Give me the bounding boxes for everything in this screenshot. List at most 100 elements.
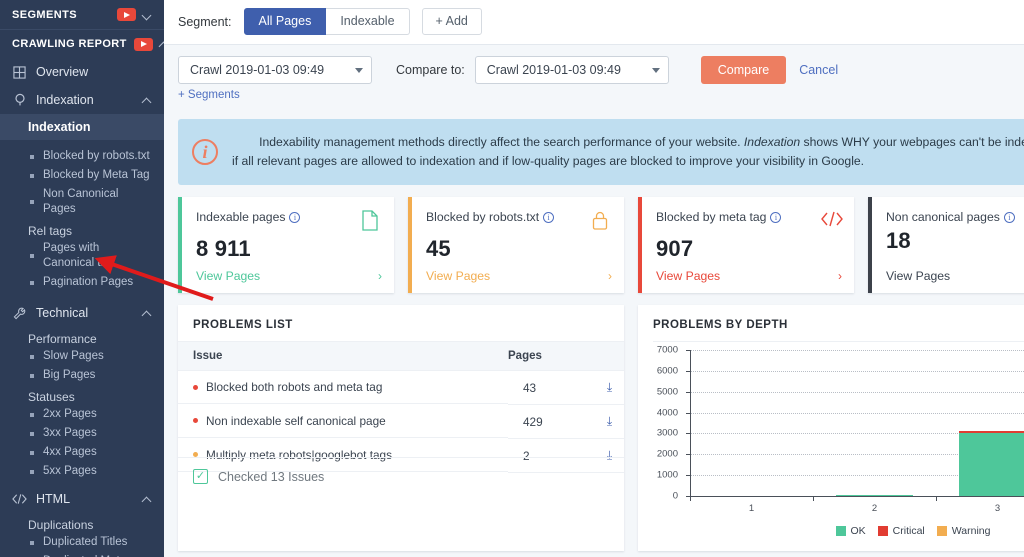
chevron-right-icon[interactable]: › [838,269,842,283]
download-icon[interactable]: ⤓ [607,380,612,394]
card-value: 18 [886,228,911,253]
cancel-link[interactable]: Cancel [799,56,838,84]
sidebar-item-overview-label: Overview [36,65,89,79]
sidebar-item-duplicated-titles[interactable]: Duplicated Titles [0,533,164,552]
youtube-icon[interactable] [117,8,136,21]
view-pages-link[interactable]: View Pages [656,269,838,283]
view-pages-link[interactable]: View Pages [426,269,608,283]
chevron-up-icon[interactable] [142,95,152,105]
sidebar-subitem-label: Big Pages [43,369,96,381]
chevron-right-icon[interactable]: › [378,269,382,283]
y-axis-tick-label: 1000 [656,469,678,481]
sidebar-item-html[interactable]: HTML [0,485,164,513]
card-footer: View Pages › [656,269,842,283]
chevron-right-icon[interactable]: › [608,269,612,283]
info-icon[interactable]: i [770,212,782,223]
sidebar-item-blocked-by-meta-tag[interactable]: Blocked by Meta Tag [0,166,164,185]
sidebar-section-segments[interactable]: SEGMENTS [0,0,164,29]
y-axis-tick-label: 2000 [656,448,678,460]
card-blocked-by-meta-tag[interactable]: Blocked by meta tag i 907 View Pages › [638,197,854,293]
sidebar-item-big-pages[interactable]: Big Pages [0,366,164,385]
card-title: Blocked by meta tag i [656,210,821,224]
card-footer: View Pages › [196,269,382,283]
sidebar-subitem-label: Blocked by robots.txt [43,150,150,162]
segment-button-group: All Pages Indexable [243,8,410,35]
sidebar-item-pagination-pages[interactable]: Pagination Pages [0,273,164,292]
table-row[interactable]: Non indexable self canonical page 429 ⤓ [178,404,624,439]
card-indexable-pages[interactable]: Indexable pages i 8 911 View Pages › [178,197,394,293]
legend-item-ok[interactable]: OK [835,525,866,537]
sidebar-item-duplicated-meta-desc[interactable]: Duplicated Meta Desc [0,552,164,557]
legend-item-critical[interactable]: Critical [877,525,925,537]
youtube-icon[interactable] [133,37,153,51]
sidebar-item-technical[interactable]: Technical [0,299,164,327]
gridline [690,391,1024,393]
download-cell[interactable]: ⤓ [580,404,624,439]
metric-cards: Indexable pages i 8 911 View Pages › Bloc… [178,197,1024,293]
crawl-select[interactable]: Crawl 2019-01-03 09:49 [178,56,372,84]
info-icon[interactable]: i [289,212,301,223]
segment-toolbar: Segment: All Pages Indexable + Add [164,0,1024,45]
legend-item-warning[interactable]: Warning [936,525,990,537]
add-segments-link[interactable]: + Segments [178,89,240,101]
add-segment-button[interactable]: + Add [421,8,482,35]
crawl-select-wrap: Crawl 2019-01-03 09:49 + Segments [178,56,372,103]
segment-indexable-button[interactable]: Indexable [326,8,410,35]
bullet-icon [30,431,34,436]
card-value: 8 911 [196,236,251,261]
x-axis-tick-label: 2 [871,503,878,514]
sidebar-item-3xx-pages[interactable]: 3xx Pages [0,424,164,443]
y-axis-tick-label: 4000 [656,407,678,419]
download-icon[interactable]: ⤓ [607,414,612,428]
info-icon[interactable]: i [1003,212,1015,223]
bar-stack[interactable] [836,494,913,496]
sidebar-item-overview[interactable]: Overview [0,58,164,86]
segment-all-pages-button[interactable]: All Pages [243,8,327,35]
legend-swatch [936,526,947,536]
sidebar-item-slow-pages[interactable]: Slow Pages [0,347,164,366]
sidebar-item-5xx-pages[interactable]: 5xx Pages [0,462,164,481]
sidebar-item-pages-with-canonical-tag[interactable]: Pages with Canonical tag [0,239,164,273]
sidebar-item-4xx-pages[interactable]: 4xx Pages [0,443,164,462]
sidebar-item-2xx-pages[interactable]: 2xx Pages [0,405,164,424]
card-non-canonical-pages[interactable]: Non canonical pages i 18 View Pages [868,197,1024,293]
compare-crawl-select[interactable]: Crawl 2019-01-03 09:49 [474,56,669,84]
checked-issues-row[interactable]: ✓ Checked 13 Issues [178,457,624,495]
sidebar-subitem-label: Slow Pages [43,350,104,362]
view-pages-link[interactable]: View Pages [886,269,1024,283]
table-row[interactable]: Blocked both robots and meta tag 43 ⤓ [178,370,624,405]
bullet-icon [30,540,34,545]
download-cell[interactable]: ⤓ [580,370,624,405]
lightbulb-icon [12,93,27,108]
sidebar-item-non-canonical-pages[interactable]: Non Canonical Pages [0,185,164,219]
chevron-down-icon[interactable] [142,10,152,20]
bullet-icon [30,154,34,159]
card-top: Blocked by robots.txt i [426,210,611,232]
bullet-icon [30,469,34,474]
y-axis-tick-label: 5000 [656,386,678,398]
issue-label: Non indexable self canonical page [206,413,386,428]
sidebar-item-indexation-active[interactable]: Indexation [0,114,164,140]
sidebar-group-rel-tags: Rel tags [28,224,73,238]
chevron-up-icon[interactable] [142,308,152,318]
column-header-issue: Issue [178,341,508,371]
info-icon[interactable]: i [543,212,555,223]
card-title: Non canonical pages i [886,210,1024,224]
card-blocked-by-robots[interactable]: Blocked by robots.txt i 45 View Pages › [408,197,624,293]
pages-count-link[interactable]: 43 [508,370,580,405]
document-icon [361,210,381,232]
sidebar-section-crawling-report[interactable]: CRAWLING REPORT [0,29,164,58]
chevron-down-icon [355,67,363,73]
issue-cell: Blocked both robots and meta tag [178,371,508,404]
sidebar-section-crawling-report-label: CRAWLING REPORT [12,38,127,50]
sidebar-group-duplications: Duplications [28,518,94,532]
pages-count-link[interactable]: 429 [508,404,580,439]
chevron-up-icon[interactable] [142,494,152,504]
compare-button[interactable]: Compare [700,56,787,84]
bullet-icon [30,254,34,258]
view-pages-link[interactable]: View Pages [196,269,378,283]
bar-stack[interactable] [959,430,1024,496]
sidebar-item-indexation[interactable]: Indexation [0,86,164,114]
sidebar-item-blocked-by-robots[interactable]: Blocked by robots.txt [0,147,164,166]
